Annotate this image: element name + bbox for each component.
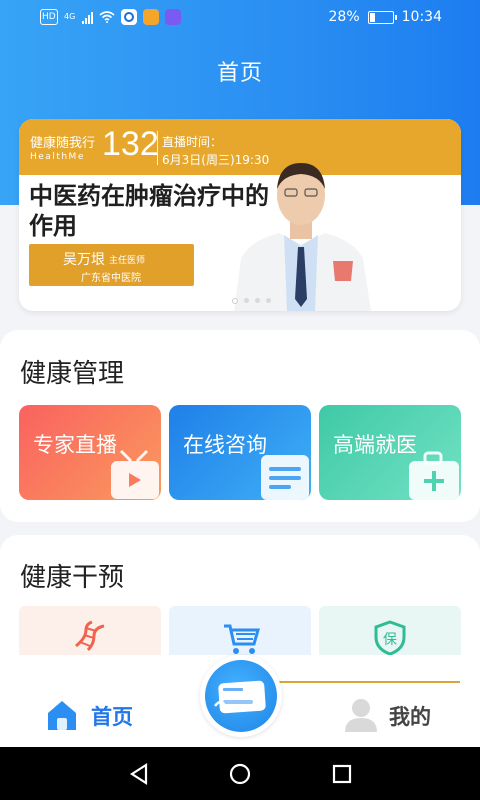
page-title: 首页	[216, 61, 263, 86]
hd-indicator: HD	[40, 9, 58, 25]
health-card-icon	[214, 680, 266, 714]
premium-medical-tile[interactable]: 高端就医	[319, 405, 461, 500]
health-card-button-inner	[205, 660, 277, 732]
online-consult-tile[interactable]: 在线咨询	[169, 405, 311, 500]
doctor-hospital: 广东省中医院	[81, 273, 141, 284]
banner-episode: 132	[102, 125, 159, 163]
dna-tile[interactable]	[19, 606, 161, 656]
pager-dot	[266, 298, 271, 303]
insurance-tile[interactable]: 保	[319, 606, 461, 656]
back-icon[interactable]	[128, 762, 150, 786]
profile-icon[interactable]	[342, 695, 380, 733]
signal-icon	[81, 11, 93, 24]
nav-home-label[interactable]: 首页	[91, 701, 133, 731]
dna-icon	[75, 620, 105, 652]
network-type: 4G	[64, 12, 76, 21]
wifi-icon	[99, 11, 115, 23]
doctor-name: 吴万垠	[63, 252, 105, 268]
clock: 10:34	[401, 9, 442, 25]
nav-me-label[interactable]: 我的	[389, 701, 431, 731]
battery-percent: 28%	[328, 9, 360, 25]
app-notification-icon	[142, 9, 159, 25]
health-intervention-card: 健康干预 保	[0, 535, 480, 675]
tv-play-icon	[111, 449, 159, 499]
section-title: 健康干预	[20, 563, 125, 593]
system-nav-bar	[0, 747, 480, 800]
app-notification-icon	[164, 9, 181, 25]
status-bar: HD 4G 28% 10:34	[0, 0, 480, 36]
doctor-photo	[234, 163, 371, 311]
medical-kit-icon	[409, 451, 459, 500]
banner-brand: 健康随我行	[30, 136, 96, 151]
shield-icon: 保	[374, 620, 406, 656]
banner-brand-en: HealthMe	[30, 152, 85, 162]
shield-glyph: 保	[383, 632, 397, 648]
pager-dot	[244, 298, 249, 303]
pager-dot	[255, 298, 260, 303]
banner-time-label: 直播时间：	[162, 135, 223, 149]
cart-icon	[224, 624, 260, 654]
health-management-card: 健康管理 专家直播 在线咨询 高端就医	[0, 330, 480, 522]
recents-icon[interactable]	[331, 763, 353, 785]
nav-accent-line	[277, 681, 460, 683]
home-system-icon[interactable]	[229, 763, 251, 785]
expert-live-tile[interactable]: 专家直播	[19, 405, 161, 500]
banner-pager	[232, 298, 271, 304]
doctor-info: 吴万垠 主任医师 广东省中医院	[29, 244, 194, 286]
pager-dot	[232, 298, 238, 304]
app-notification-icon	[120, 9, 137, 25]
doctor-title: 主任医师	[109, 256, 146, 266]
banner-divider	[157, 131, 158, 165]
battery-icon	[367, 10, 397, 24]
document-icon	[261, 455, 309, 500]
section-title: 健康管理	[20, 359, 125, 389]
home-icon[interactable]	[45, 698, 79, 732]
shop-tile[interactable]	[169, 606, 311, 656]
health-card-button[interactable]	[200, 655, 282, 737]
live-banner[interactable]: 健康随我行 HealthMe 132 直播时间： 6月3日(周三)19:30 中…	[19, 119, 461, 311]
